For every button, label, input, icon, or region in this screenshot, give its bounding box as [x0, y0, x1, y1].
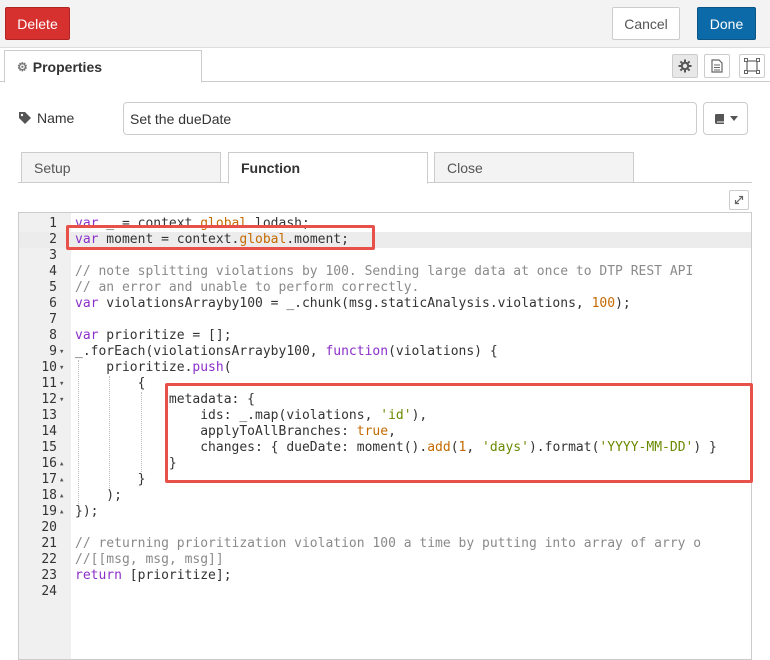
code-line[interactable]: 5 // an error and unable to perform corre… [19, 280, 751, 296]
fold-close-icon[interactable]: ▴ [59, 504, 69, 520]
node-description-button[interactable] [704, 54, 730, 78]
code-line[interactable]: 6 var violationsArrayby100 = _.chunk(msg.… [19, 296, 751, 312]
line-number: 1 [49, 216, 57, 231]
fold-close-icon[interactable]: ▴ [59, 488, 69, 504]
code-text: _.forEach(violationsArrayby100, function… [75, 344, 498, 359]
line-number: 7 [49, 312, 57, 327]
indent-guide [141, 392, 142, 472]
line-number: 17 [41, 472, 57, 487]
code-line[interactable]: 7 [19, 312, 751, 328]
tab-properties-label: Properties [32, 58, 103, 75]
line-number: 14 [41, 424, 57, 439]
code-text: // an error and unable to perform correc… [75, 280, 420, 295]
highlight-moment-line [66, 225, 375, 250]
done-button[interactable]: Done [697, 7, 756, 40]
subtab-setup[interactable]: Setup [21, 152, 221, 183]
code-text: return [prioritize]; [75, 568, 232, 583]
name-label-text: Name [37, 110, 75, 126]
indent-guide [78, 360, 79, 504]
document-icon [711, 59, 723, 73]
line-number: 12 [41, 392, 57, 407]
line-number: 23 [41, 568, 57, 583]
line-number: 9 [49, 344, 57, 359]
subtab-close[interactable]: Close [434, 152, 634, 183]
line-number: 5 [49, 280, 57, 295]
line-number: 11 [41, 376, 57, 391]
indent-guide [109, 376, 110, 488]
delete-button[interactable]: Delete [5, 7, 70, 40]
line-number: 16 [41, 456, 57, 471]
gear-icon: ⚙ [17, 59, 28, 74]
code-line[interactable]: 9 ▾ _.forEach(violationsArrayby100, functi… [19, 344, 751, 360]
code-text: // note splitting violations by 100. Sen… [75, 264, 694, 279]
code-text: } [75, 472, 146, 487]
expand-icon [734, 195, 744, 205]
node-appearance-button[interactable] [739, 54, 765, 78]
fold-open-icon[interactable]: ▾ [59, 344, 69, 360]
fold-open-icon[interactable]: ▾ [59, 392, 69, 408]
code-text: var violationsArrayby100 = _.chunk(msg.s… [75, 296, 631, 311]
highlight-metadata-block [165, 383, 753, 483]
expand-editor-button[interactable] [729, 190, 749, 210]
gear-icon [678, 59, 692, 73]
code-text: //[[msg, msg, msg]] [75, 552, 224, 567]
line-number: 4 [49, 264, 57, 279]
code-line[interactable]: 3 [19, 248, 751, 264]
line-number: 13 [41, 408, 57, 423]
line-number: 20 [41, 520, 57, 535]
line-number: 24 [41, 584, 57, 599]
caret-down-icon [729, 115, 738, 121]
line-number: 21 [41, 536, 57, 551]
code-line[interactable]: 20 [19, 520, 751, 536]
code-line[interactable]: 22 //[[msg, msg, msg]] [19, 552, 751, 568]
tab-properties[interactable]: ⚙ Properties [4, 50, 202, 83]
book-icon [714, 113, 724, 124]
name-icon-dropdown[interactable] [703, 102, 748, 135]
code-text: { [75, 376, 146, 391]
subtab-function[interactable]: Function [228, 152, 428, 184]
code-line[interactable]: 23 return [prioritize]; [19, 568, 751, 584]
tag-icon [19, 112, 31, 124]
fold-close-icon[interactable]: ▴ [59, 456, 69, 472]
code-text: // returning prioritization violation 10… [75, 536, 702, 551]
cancel-button[interactable]: Cancel [612, 7, 680, 40]
code-line[interactable]: 8 var prioritize = []; [19, 328, 751, 344]
line-number: 2 [49, 232, 57, 247]
line-number: 3 [49, 248, 57, 263]
code-text: var prioritize = []; [75, 328, 232, 343]
name-input[interactable] [123, 102, 697, 135]
code-text: }); [75, 504, 99, 519]
code-text: prioritize.push( [75, 360, 232, 375]
code-text: ); [75, 488, 122, 503]
code-line[interactable]: 18 ▴ ); [19, 488, 751, 504]
code-line[interactable]: 4 // note splitting violations by 100. Se… [19, 264, 751, 280]
frame-icon [744, 58, 760, 74]
name-label: Name [18, 110, 74, 126]
code-line[interactable]: 24 [19, 584, 751, 600]
fold-open-icon[interactable]: ▾ [59, 360, 69, 376]
code-line[interactable]: 21 // returning prioritization violation … [19, 536, 751, 552]
code-line[interactable]: 10 ▾ prioritize.push( [19, 360, 751, 376]
fold-open-icon[interactable]: ▾ [59, 376, 69, 392]
line-number: 10 [41, 360, 57, 375]
line-number: 18 [41, 488, 57, 503]
line-number: 8 [49, 328, 57, 343]
line-number: 6 [49, 296, 57, 311]
fold-close-icon[interactable]: ▴ [59, 472, 69, 488]
line-number: 19 [41, 504, 57, 519]
line-number: 15 [41, 440, 57, 455]
line-number: 22 [41, 552, 57, 567]
code-text: } [75, 456, 177, 471]
node-settings-button[interactable] [672, 54, 698, 78]
code-line[interactable]: 19 ▴}); [19, 504, 751, 520]
